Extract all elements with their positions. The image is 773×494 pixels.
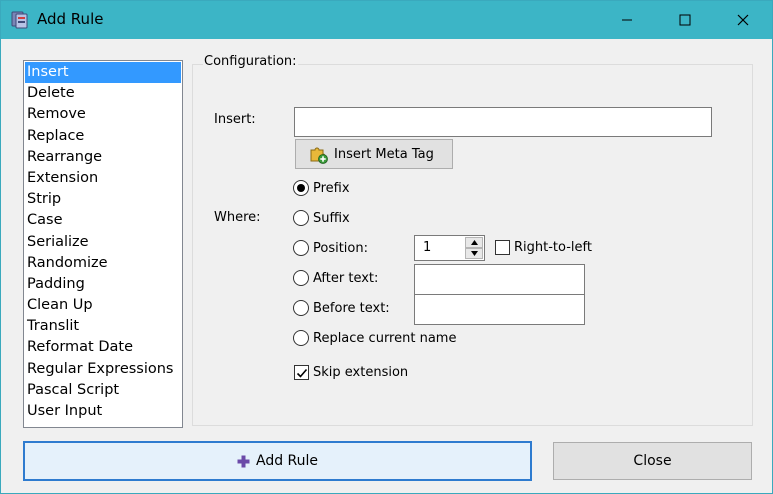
rule-item-padding[interactable]: Padding [25,274,181,295]
right-to-left-label: Right-to-left [514,240,592,255]
radio-position-circle [293,240,309,256]
configuration-title: Configuration: [203,54,298,69]
add-rule-window: Add Rule Insert Delete Remove Replace Re… [0,0,773,494]
puzzle-add-icon [310,147,328,164]
insert-input[interactable] [294,107,712,137]
radio-before-text[interactable]: Before text: [293,300,390,316]
rule-item-serialize[interactable]: Serialize [25,232,181,253]
insert-meta-tag-label: Insert Meta Tag [334,146,434,162]
rule-item-rearrange[interactable]: Rearrange [25,147,181,168]
skip-extension-label: Skip extension [313,365,409,380]
rule-item-delete[interactable]: Delete [25,83,181,104]
before-text-field[interactable] [414,294,585,325]
rule-item-randomize[interactable]: Randomize [25,253,181,274]
radio-replace-current-name-label: Replace current name [313,330,457,346]
radio-prefix[interactable]: Prefix [293,180,350,196]
radio-suffix-circle [293,210,309,226]
right-to-left-checkbox[interactable]: Right-to-left [495,240,592,255]
close-icon [737,14,749,26]
rule-item-case[interactable]: Case [25,210,181,231]
radio-prefix-label: Prefix [313,180,350,196]
spinner-down-button[interactable] [465,248,483,259]
app-icon [10,10,30,30]
minimize-icon [622,19,632,21]
position-spinner[interactable]: 1 [414,235,485,261]
rule-item-user-input[interactable]: User Input [25,401,181,422]
checkmark-icon [296,368,307,378]
right-to-left-box [495,240,510,255]
add-rule-label: Add Rule [255,453,319,469]
window-title: Add Rule [37,10,104,28]
radio-suffix[interactable]: Suffix [293,210,350,226]
skip-extension-checkbox[interactable]: Skip extension [294,365,408,380]
position-value: 1 [423,240,432,255]
chevron-down-icon [470,251,478,256]
radio-position-label: Position: [313,240,368,256]
after-text-field[interactable] [414,264,585,295]
rule-item-pascal-script[interactable]: Pascal Script [25,380,181,401]
maximize-icon [679,14,691,26]
rule-item-reformat-date[interactable]: Reformat Date [25,337,181,358]
rule-list[interactable]: Insert Delete Remove Replace Rearrange E… [23,60,183,428]
close-window-button[interactable] [714,1,772,39]
rule-item-clean-up[interactable]: Clean Up [25,295,181,316]
rule-item-remove[interactable]: Remove [25,104,181,125]
insert-meta-tag-button[interactable]: Insert Meta Tag [295,139,453,169]
radio-suffix-label: Suffix [313,210,350,226]
rule-item-extension[interactable]: Extension [25,168,181,189]
chevron-up-icon [470,240,478,245]
radio-prefix-circle [293,180,309,196]
radio-replace-current-name-circle [293,330,309,346]
maximize-button[interactable] [656,1,714,39]
rule-item-insert[interactable]: Insert [25,62,181,84]
rule-item-replace[interactable]: Replace [25,126,181,147]
insert-label: Insert: [214,112,256,127]
close-label: Close [633,453,672,469]
add-rule-button[interactable]: Add Rule [23,441,532,481]
radio-before-text-circle [293,300,309,316]
close-button[interactable]: Close [553,442,752,480]
rule-item-regular-expressions[interactable]: Regular Expressions [25,359,181,380]
spinner-up-button[interactable] [465,237,483,248]
title-bar[interactable]: Add Rule [1,1,772,39]
minimize-button[interactable] [598,1,656,39]
radio-position[interactable]: Position: [293,240,368,256]
radio-replace-current-name[interactable]: Replace current name [293,330,456,346]
rule-item-translit[interactable]: Translit [25,316,181,337]
radio-after-text[interactable]: After text: [293,270,378,286]
radio-after-text-circle [293,270,309,286]
plus-icon [237,455,250,467]
rule-item-strip[interactable]: Strip [25,189,181,210]
spinner-buttons [465,237,483,259]
radio-after-text-label: After text: [313,270,379,286]
radio-before-text-label: Before text: [313,300,390,316]
skip-extension-box [294,365,309,380]
where-label: Where: [214,210,261,225]
